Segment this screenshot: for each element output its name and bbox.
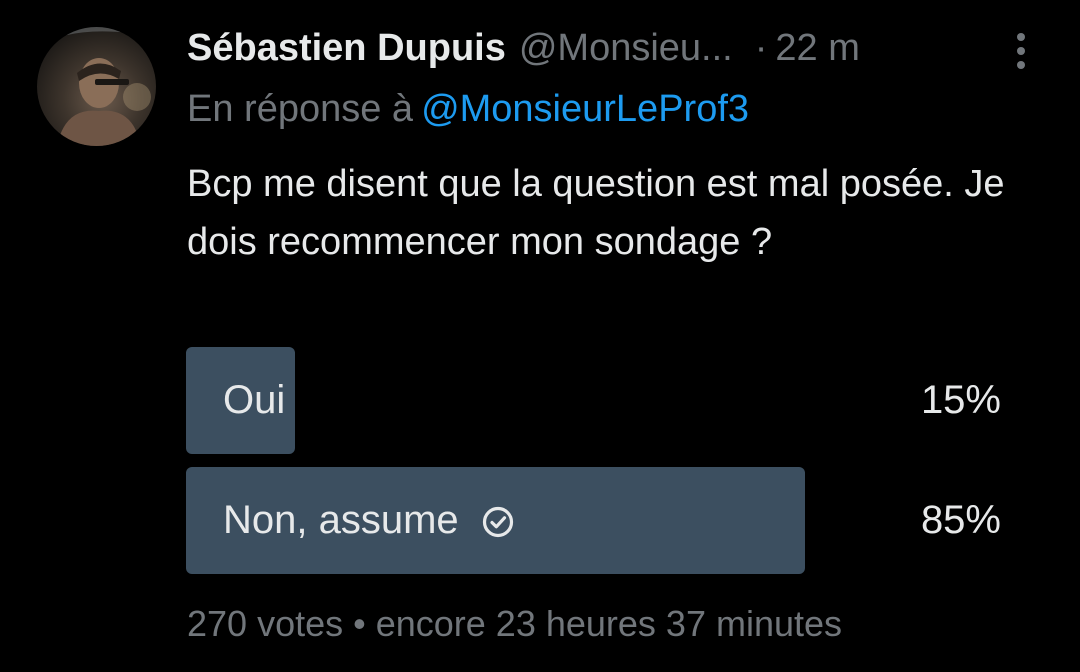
poll-footer-separator: • xyxy=(353,603,366,644)
poll-option-percent: 85% xyxy=(920,498,1001,542)
poll-option-label: Non, assume xyxy=(223,467,515,574)
check-circle-icon xyxy=(481,504,515,538)
tweet-header: Sébastien Dupuis @Monsieu... · 22 m xyxy=(187,26,860,70)
reply-prefix: En réponse à xyxy=(187,88,414,130)
poll-remaining-time: encore 23 heures 37 minutes xyxy=(375,603,843,644)
author-handle[interactable]: @Monsieu... xyxy=(519,27,733,70)
poll: Oui 15% Non, assume 85% xyxy=(186,347,1001,574)
poll-option-label: Oui xyxy=(223,347,285,454)
reply-context: En réponse à @MonsieurLeProf3 xyxy=(187,88,749,131)
avatar-photo xyxy=(37,27,156,146)
poll-footer: 270 votes • encore 23 heures 37 minutes xyxy=(187,603,842,645)
tweet-timestamp[interactable]: 22 m xyxy=(775,27,859,70)
avatar[interactable] xyxy=(37,27,156,146)
author-name[interactable]: Sébastien Dupuis xyxy=(187,27,506,70)
poll-option-text: Oui xyxy=(223,378,286,422)
reply-to-link[interactable]: @MonsieurLeProf3 xyxy=(421,88,749,130)
poll-option-percent: 15% xyxy=(920,378,1001,422)
tweet-text: Bcp me disent que la question est mal po… xyxy=(187,163,1005,263)
poll-option[interactable]: Oui 15% xyxy=(186,347,1001,454)
time-separator: · xyxy=(754,26,768,69)
poll-option-text: Non, assume xyxy=(223,498,459,542)
poll-votes: 270 votes xyxy=(187,603,344,644)
poll-option[interactable]: Non, assume 85% xyxy=(186,467,1001,574)
more-vertical-icon[interactable] xyxy=(1010,30,1032,72)
